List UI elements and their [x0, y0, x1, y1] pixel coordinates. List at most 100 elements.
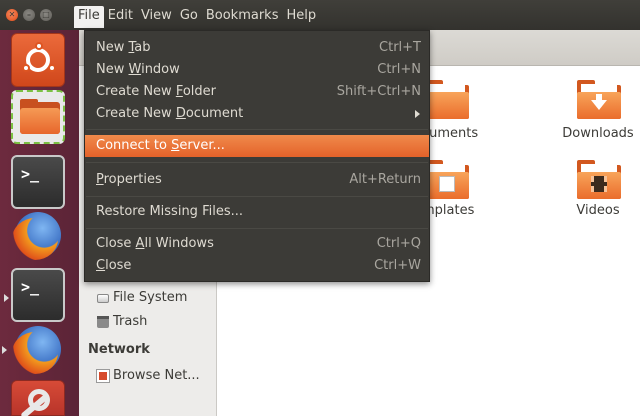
launcher-firefox-2[interactable]	[2, 322, 65, 376]
label-pre: New	[96, 40, 129, 55]
menu-file[interactable]: File	[74, 6, 104, 28]
label-post: erver...	[179, 138, 225, 153]
download-arrow-head	[591, 100, 607, 110]
label-pre: Connect to	[96, 138, 172, 153]
window-maximize-button[interactable]: □	[40, 9, 52, 21]
mnemonic: P	[96, 172, 104, 187]
logo-dot	[48, 64, 56, 72]
menu-item-create-new-document[interactable]: Create New Document	[85, 103, 429, 125]
menu-item-new-tab[interactable]: New Tab Ctrl+T	[85, 37, 429, 59]
menu-item-connect-to-server[interactable]: Connect to Server...	[85, 135, 429, 157]
sidebar-item-label: File System	[113, 290, 188, 305]
template-emblem-icon	[439, 176, 455, 192]
menu-separator	[86, 196, 428, 197]
menu-item-close-all-windows[interactable]: Close All Windows Ctrl+Q	[85, 233, 429, 255]
mnemonic: F	[175, 84, 183, 99]
close-icon: ✕	[8, 10, 16, 19]
folder-label-templates[interactable]: mplates	[422, 203, 512, 218]
menu-item-label: New Tab	[96, 40, 151, 55]
folder-templates[interactable]	[425, 160, 469, 200]
sidebar-item-trash[interactable]: Trash	[97, 314, 147, 329]
menu-item-label: New Window	[96, 62, 180, 77]
minimize-icon: –	[27, 10, 31, 19]
menu-item-close[interactable]: Close Ctrl+W	[85, 255, 429, 277]
launcher-terminal-2[interactable]: >_	[4, 268, 65, 322]
menu-separator	[86, 129, 428, 130]
menu-item-label: Close	[96, 258, 131, 273]
menu-item-label: Properties	[96, 172, 162, 187]
menu-item-label: Connect to Server...	[96, 138, 225, 153]
sidebar-item-file-system[interactable]: File System	[97, 290, 187, 305]
menu-item-label: Create New Document	[96, 106, 243, 121]
sidebar-item-label: Trash	[113, 314, 148, 329]
terminal-prompt-icon: >_	[21, 278, 40, 296]
shortcut-label: Ctrl+T	[379, 40, 421, 55]
mnemonic: W	[128, 62, 142, 77]
network-icon	[96, 368, 110, 383]
shortcut-label: Ctrl+N	[377, 62, 421, 77]
menu-item-label: Create New Folder	[96, 84, 216, 99]
label-post: ocument	[185, 106, 244, 121]
menu-bookmarks[interactable]: Bookmarks	[202, 6, 283, 28]
label-post: indow	[141, 62, 180, 77]
folder-label-videos[interactable]: Videos	[553, 203, 640, 218]
running-indicator-icon	[4, 294, 9, 302]
launcher-files[interactable]	[11, 90, 65, 144]
sidebar-item-browse-network[interactable]: Browse Net...	[96, 368, 200, 383]
menu-edit[interactable]: Edit	[104, 6, 137, 28]
label-post: ab	[134, 40, 151, 55]
shortcut-label: Alt+Return	[349, 172, 421, 187]
application-menu: File Edit View Go Bookmarks Help	[74, 6, 320, 28]
label-post: ll Windows	[144, 236, 214, 251]
file-menu-dropdown: New Tab Ctrl+T New Window Ctrl+N Create …	[84, 30, 430, 282]
drive-icon	[97, 294, 109, 303]
label-pre: Create New	[96, 84, 176, 99]
mnemonic: D	[175, 106, 186, 121]
submenu-arrow-icon	[415, 110, 420, 118]
folder-downloads[interactable]	[577, 80, 621, 120]
window-close-button[interactable]: ✕	[6, 9, 18, 21]
label-pre: Close	[96, 236, 136, 251]
sidebar-item-label: Browse Net...	[113, 368, 200, 383]
label-post: lose	[105, 258, 132, 273]
mnemonic: C	[96, 258, 106, 273]
sidebar-heading-network: Network	[88, 342, 150, 357]
menu-view[interactable]: View	[137, 6, 176, 28]
menu-item-restore-missing-files[interactable]: Restore Missing Files...	[85, 201, 429, 223]
folder-label-documents[interactable]: cuments	[422, 126, 512, 141]
label-post: older	[182, 84, 217, 99]
menu-item-properties[interactable]: Properties Alt+Return	[85, 169, 429, 191]
logo-dot	[35, 42, 43, 50]
dash-home-button[interactable]	[11, 33, 65, 87]
unity-launcher: >_ >_	[0, 30, 79, 416]
launcher-system-settings[interactable]	[11, 380, 65, 416]
shortcut-label: Ctrl+W	[374, 258, 421, 273]
menu-help[interactable]: Help	[282, 6, 320, 28]
folder-label-downloads[interactable]: Downloads	[553, 126, 640, 141]
folder-videos[interactable]	[577, 160, 621, 200]
folder-front	[425, 92, 469, 119]
maximize-icon: □	[42, 10, 50, 19]
menu-item-label: Close All Windows	[96, 236, 214, 251]
launcher-terminal[interactable]: >_	[11, 155, 65, 209]
terminal-prompt-icon: >_	[21, 165, 40, 183]
folder-documents[interactable]	[425, 80, 469, 120]
label-pre: New	[96, 62, 129, 77]
shortcut-label: Shift+Ctrl+N	[336, 84, 421, 99]
window-minimize-button[interactable]: –	[23, 9, 35, 21]
menu-go[interactable]: Go	[176, 6, 202, 28]
launcher-firefox[interactable]	[11, 208, 65, 262]
menu-item-new-window[interactable]: New Window Ctrl+N	[85, 59, 429, 81]
logo-dot	[22, 64, 30, 72]
film-icon	[591, 176, 607, 192]
running-indicator-icon	[2, 346, 7, 354]
label-pre: Create New	[96, 106, 176, 121]
firefox-icon-fox	[12, 218, 58, 260]
top-menu-bar: ✕ – □ File Edit View Go Bookmarks Help	[0, 0, 640, 30]
shortcut-label: Ctrl+Q	[376, 236, 421, 251]
trash-icon	[97, 315, 109, 328]
label-post: roperties	[103, 172, 162, 187]
menu-item-label: Restore Missing Files...	[96, 204, 243, 219]
folder-icon-front	[20, 108, 60, 134]
menu-item-create-new-folder[interactable]: Create New Folder Shift+Ctrl+N	[85, 81, 429, 103]
